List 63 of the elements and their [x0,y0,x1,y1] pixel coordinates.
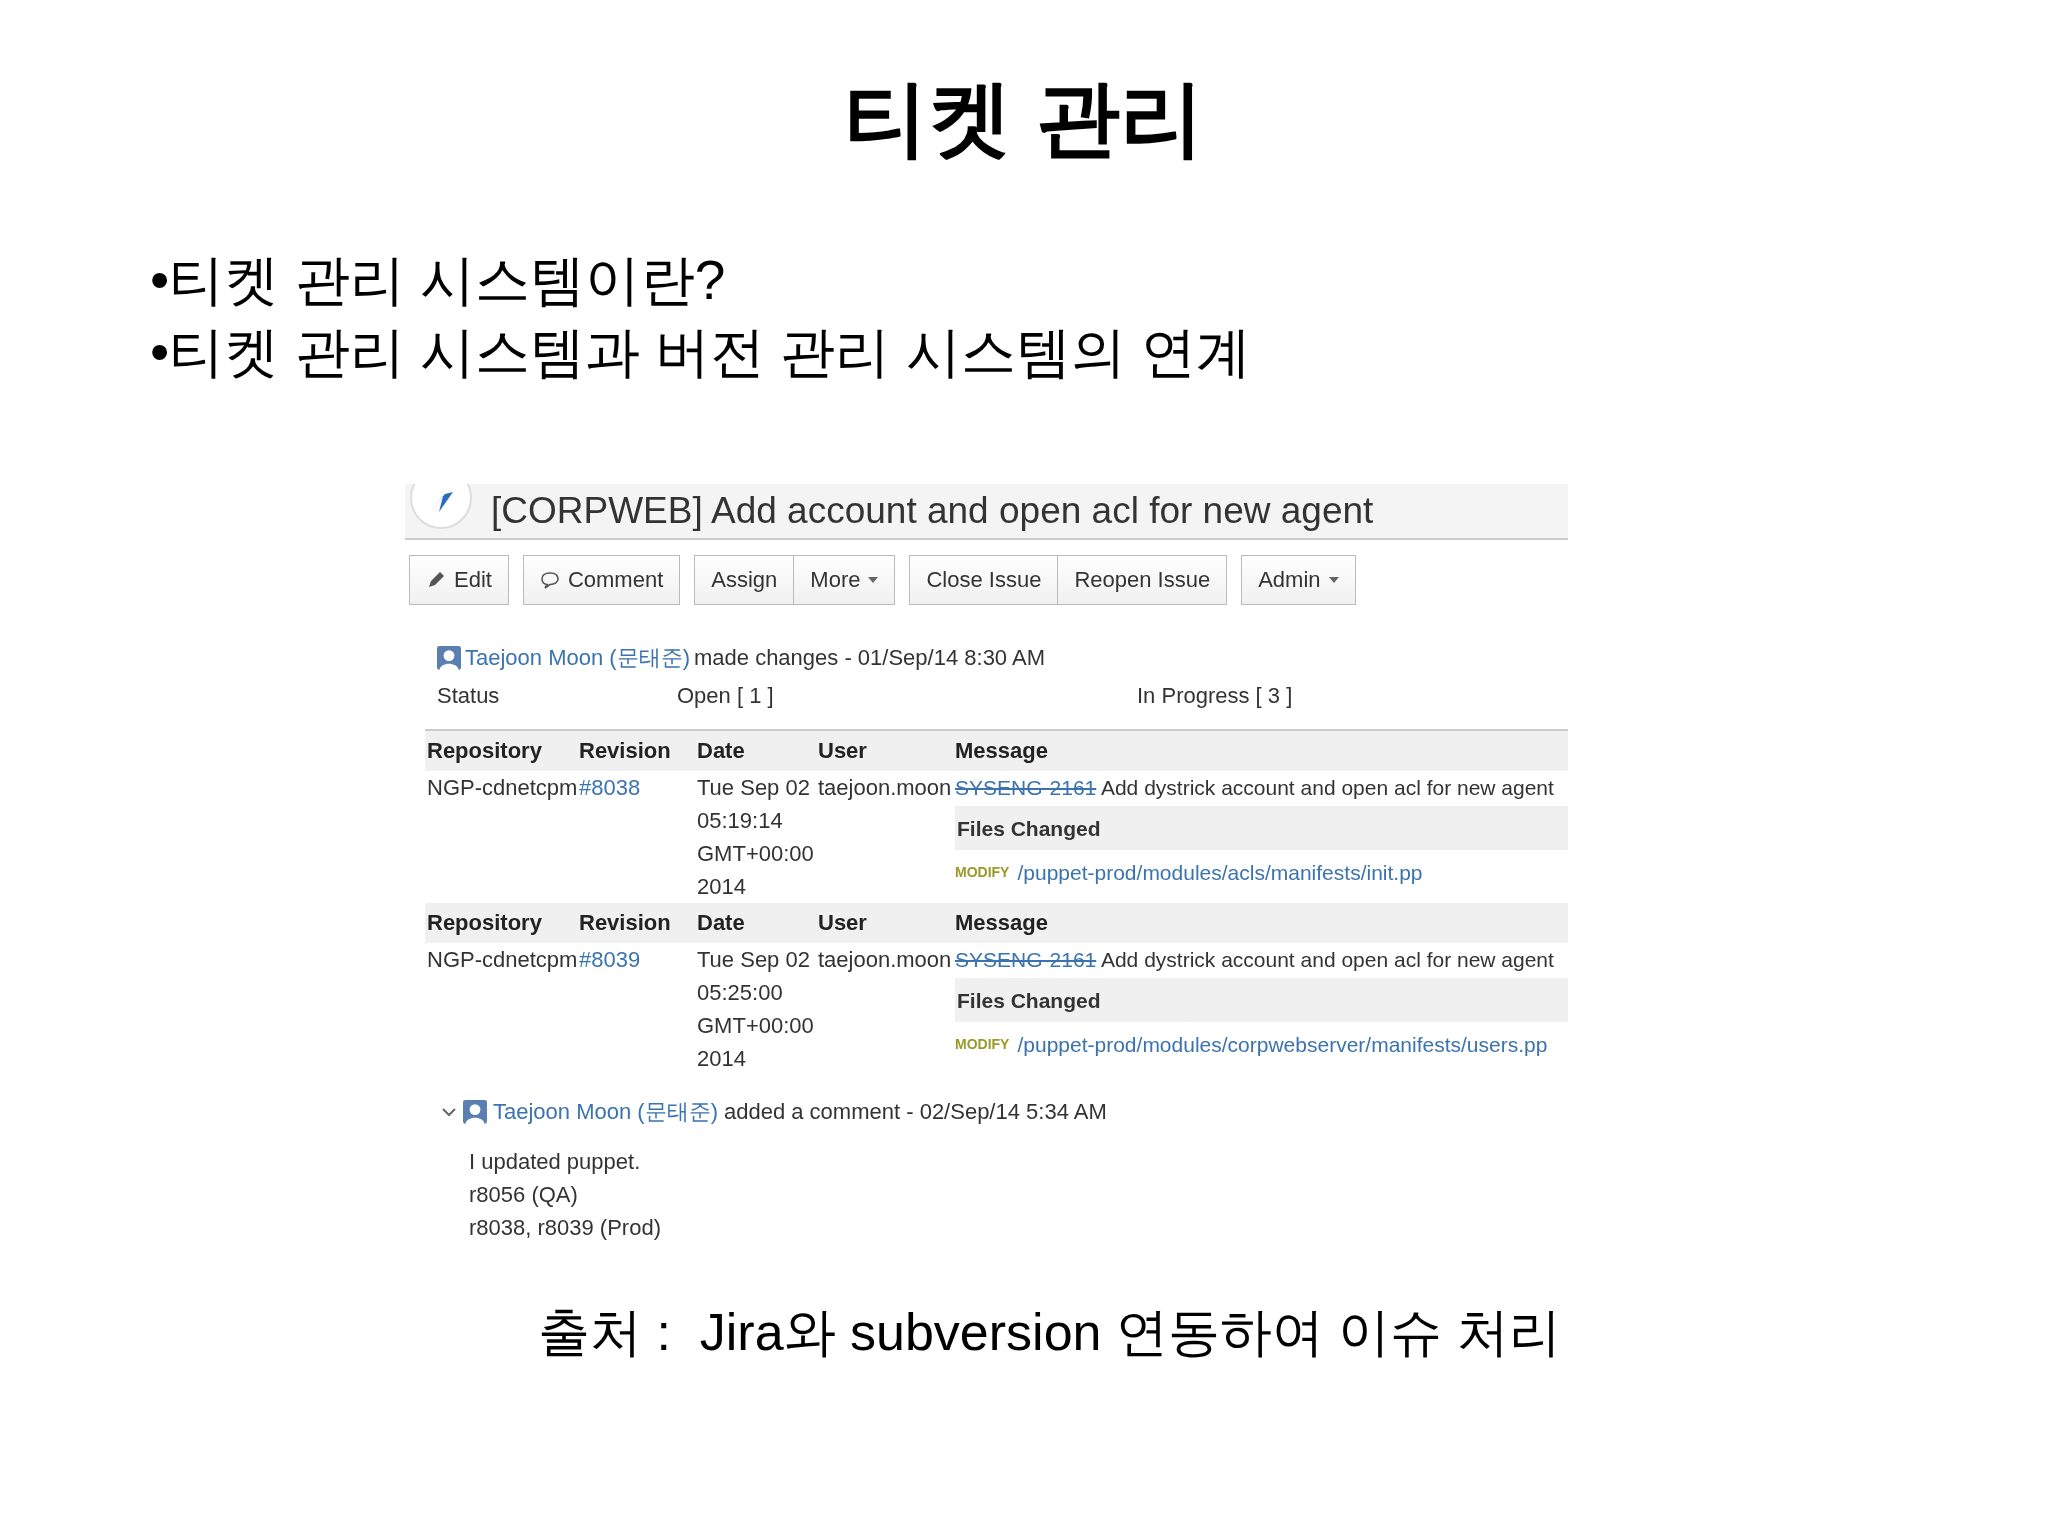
speech-bubble-icon [539,570,560,590]
column-header: Revision [578,738,672,764]
files-changed-header: Files Changed [955,978,1568,1022]
comment-meta: added a comment - 02/Sep/14 5:34 AM [724,1099,1107,1125]
field-name: Status [437,683,501,709]
column-header: User [817,738,868,764]
comment-text: r8056 (QA) [469,1181,579,1209]
source-caption: 출처 : Jira와 subversion 연동하여 이슈 처리 [538,1302,1562,1363]
change-type-label: MODIFY [955,863,1010,882]
caret-icon [868,577,879,583]
toolbar-button[interactable]: Comment [522,555,681,605]
table-cell-text: NGP-cdnetcpm [426,946,577,974]
new-value: In Progress [ 3 ] [1137,683,1294,709]
column-header: Revision [578,910,672,936]
date-text: 2014 [697,873,747,901]
revision-link[interactable]: #8038 [577,771,695,903]
caret-icon [1328,577,1339,583]
date-text: GMT+00:00 [697,1012,815,1040]
chevron-down-icon[interactable] [441,1106,457,1118]
file-path-link[interactable]: /puppet-prod/modules/corpwebserver/manifests/users.pp [1017,1028,1548,1061]
date-text: Tue Sep 02 [697,946,811,974]
old-value: Open [ 1 ] [677,683,775,709]
table-cell-text: NGP-cdnetcpm [426,774,577,802]
column-header: Repository [426,910,543,936]
column-header: User [817,910,868,936]
issue-title: [CORPWEB] Add account and open acl for new agent [491,490,1374,532]
bullet-item: •티켓 관리 시스템과 버전 관리 시스템의 연계 [150,320,1252,385]
column-header: Date [696,910,746,936]
comment-text: r8038, r8039 (Prod) [469,1214,662,1242]
bullet-item: •티켓 관리 시스템이란? [150,248,727,313]
user-link[interactable]: Taejoon Moon (문태준) [465,643,690,673]
toolbar-button[interactable]: Edit [409,555,509,605]
files-changed-header: Files Changed [955,806,1568,850]
date-text: 05:25:00 [697,979,784,1007]
column-header: Message [954,738,1049,764]
change-type-label: MODIFY [955,1035,1010,1054]
toolbar-button[interactable]: Close Issue [909,555,1059,605]
issue-key-link[interactable]: SYSENG-2161 [955,948,1097,971]
pencil-icon [426,570,446,590]
date-text: Tue Sep 02 [697,774,811,802]
date-text: 05:19:14 [697,807,784,835]
dropdown-button[interactable]: More [794,555,896,605]
column-header: Date [696,738,746,764]
slide-title: 티켓 관리 [844,70,1204,167]
dropdown-button[interactable]: Admin [1241,555,1356,605]
user-avatar-icon [463,1100,487,1124]
commit-message: Add dystrick account and open acl for new agent [1100,776,1554,799]
commit-message: Add dystrick account and open acl for new agent [1100,948,1554,971]
change-text: made changes - 01/Sep/14 8:30 AM [694,645,1045,671]
file-path-link[interactable]: /puppet-prod/modules/acls/manifests/init.pp [1017,856,1423,889]
table-cell-text: taejoon.moon [817,946,953,974]
date-text: 2014 [697,1045,747,1073]
user-link[interactable]: Taejoon Moon (문태준) [493,1097,718,1127]
revision-link[interactable]: #8039 [577,943,695,1075]
toolbar-button[interactable]: Assign [694,555,795,605]
column-header: Message [954,910,1049,936]
column-header: Repository [426,738,543,764]
date-text: GMT+00:00 [697,840,815,868]
table-cell-text: taejoon.moon [817,774,953,802]
issue-key-link[interactable]: SYSENG-2161 [955,776,1097,799]
toolbar-button[interactable]: Reopen Issue [1058,555,1228,605]
user-avatar-icon [437,646,461,670]
comment-text: I updated puppet. [469,1148,642,1176]
